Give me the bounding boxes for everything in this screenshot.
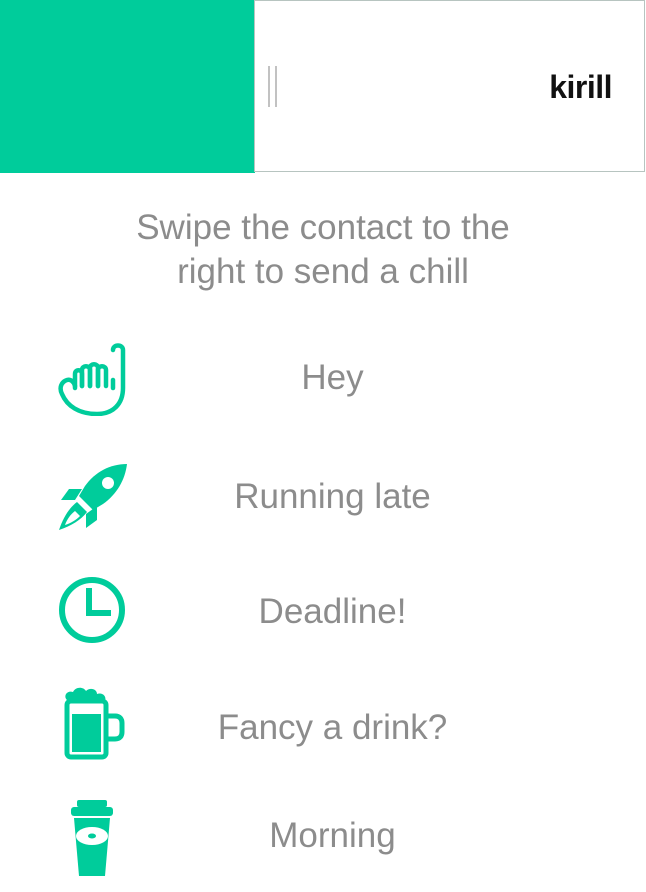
chill-label: Hey: [301, 358, 364, 397]
chill-item-fancy-a-drink[interactable]: Fancy a drink?: [0, 682, 646, 782]
chill-label: Morning: [269, 816, 396, 855]
contact-card[interactable]: kirill: [254, 0, 645, 172]
instructions-line-2: right to send a chill: [177, 252, 469, 291]
rocket-icon: [55, 456, 130, 536]
contact-name: kirill: [549, 69, 612, 105]
clock-icon: [55, 572, 130, 652]
chill-item-deadline[interactable]: Deadline!: [0, 566, 646, 666]
hang-loose-hand-icon: [55, 336, 130, 416]
instructions-line-1: Swipe the contact to the: [136, 208, 510, 247]
chill-label: Deadline!: [258, 592, 407, 631]
contact-row[interactable]: kirill: [0, 0, 646, 173]
swipe-instructions: Swipe the contact to the right to send a…: [0, 206, 646, 294]
swipe-reveal-area: [0, 0, 255, 173]
chill-item-morning[interactable]: Morning: [0, 792, 646, 892]
drag-handle-icon[interactable]: [268, 66, 279, 107]
chill-label: Fancy a drink?: [217, 708, 448, 747]
chill-item-hey[interactable]: Hey: [0, 330, 646, 430]
chill-item-running-late[interactable]: Running late: [0, 450, 646, 550]
beer-mug-icon: [55, 686, 130, 766]
coffee-cup-icon: [55, 796, 130, 876]
chill-label: Running late: [234, 477, 431, 516]
